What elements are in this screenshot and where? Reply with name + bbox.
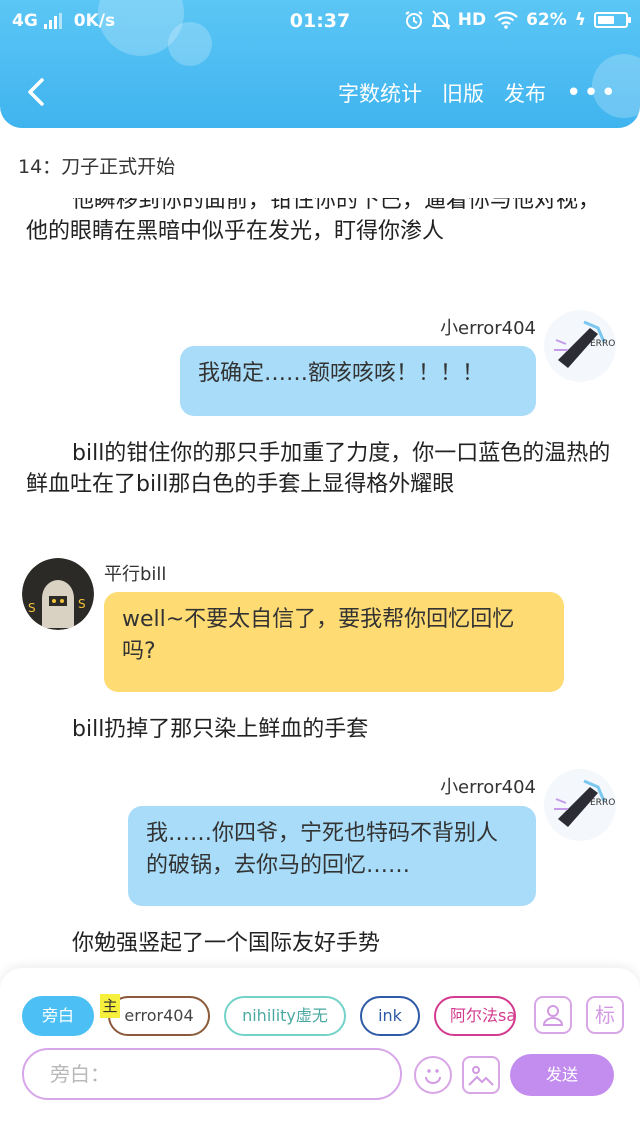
hd-label: HD [457, 10, 487, 30]
avatar-error404[interactable]: ERROR [544, 310, 616, 382]
role-chip[interactable]: nihility虚无 [224, 996, 346, 1036]
chat-bubble-left: well~不要太自信了，要我帮你回忆回忆吗? [104, 592, 564, 692]
charging-icon: ϟ [574, 10, 586, 30]
role-chip-narrator[interactable]: 旁白 [22, 996, 94, 1036]
tag-button[interactable]: 标 [586, 996, 624, 1034]
image-icon[interactable] [462, 1056, 500, 1094]
publish-button[interactable]: 发布 [504, 78, 546, 108]
old-version-button[interactable]: 旧版 [442, 78, 484, 108]
sender-name: 平行bill [104, 564, 167, 585]
narration-text: bill的钳住你的那只手加重了力度，你一口蓝色的温热的鲜血吐在了bill那白色的… [26, 441, 611, 497]
composer-panel: 旁白 error404 主 nihility虚无 ink 阿尔法sa 标 发送 [0, 968, 640, 1138]
more-icon[interactable]: ••• [566, 80, 618, 106]
sender-name: 小error404 [440, 777, 536, 798]
svg-text:ERROR: ERROR [590, 798, 616, 808]
svg-text:S: S [28, 601, 36, 615]
story-content: 14：刀子正式开始 他瞬移到你的面前，钳住你的下巴，逼着你与他对视，他的眼睛在黑… [0, 128, 640, 968]
battery-icon [594, 12, 631, 28]
role-chip[interactable]: 阿尔法sa [434, 996, 516, 1036]
avatar-bill[interactable]: SS [22, 558, 94, 630]
person-icon[interactable] [534, 996, 572, 1034]
message-input[interactable] [22, 1048, 402, 1100]
svg-text:ERROR: ERROR [590, 339, 616, 349]
narration-text: 他瞬移到你的面前，钳住你的下巴，逼着你与他对视，他的眼睛在黑暗中似乎在发光，盯得… [26, 198, 601, 244]
word-count-button[interactable]: 字数统计 [338, 78, 422, 108]
alarm-icon [405, 11, 423, 29]
send-button[interactable]: 发送 [510, 1054, 614, 1096]
input-row: 发送 [22, 1048, 622, 1104]
role-selector: 旁白 error404 主 nihility虚无 ink 阿尔法sa [22, 994, 622, 1036]
role-chip[interactable]: ink [360, 996, 420, 1036]
main-role-tag: 主 [100, 994, 120, 1018]
wifi-icon [494, 11, 518, 29]
chapter-title: 14：刀子正式开始 [18, 156, 176, 178]
svg-text:S: S [78, 597, 86, 611]
chat-bubble-right: 我……你四爷，宁死也特码不背别人的破锅，去你马的回忆…… [128, 806, 536, 906]
avatar-error404[interactable]: ERROR [544, 769, 616, 841]
top-header: 4G 0K/s 01:37 HD 62% ϟ 字数统计 旧版 发布 ••• [0, 0, 640, 128]
sender-name: 小error404 [440, 318, 536, 339]
back-icon[interactable] [20, 74, 54, 110]
narration-clip: 他瞬移到你的面前，钳住你的下巴，逼着你与他对视，他的眼睛在黑暗中似乎在发光，盯得… [0, 198, 640, 292]
battery-percent: 62% [526, 10, 567, 30]
status-bar: 4G 0K/s 01:37 HD 62% ϟ [0, 0, 640, 44]
emoji-icon[interactable] [414, 1056, 452, 1094]
narration-text: 你勉强竖起了一个国际友好手势 [72, 931, 381, 956]
mute-bell-icon [431, 10, 450, 30]
narration-text: bill扔掉了那只染上鲜血的手套 [72, 717, 369, 742]
chat-bubble-right: 我确定……额咳咳咳！！！！ [180, 346, 536, 416]
nav-bar: 字数统计 旧版 发布 ••• [0, 70, 640, 116]
role-chip[interactable]: error404 [108, 996, 210, 1036]
